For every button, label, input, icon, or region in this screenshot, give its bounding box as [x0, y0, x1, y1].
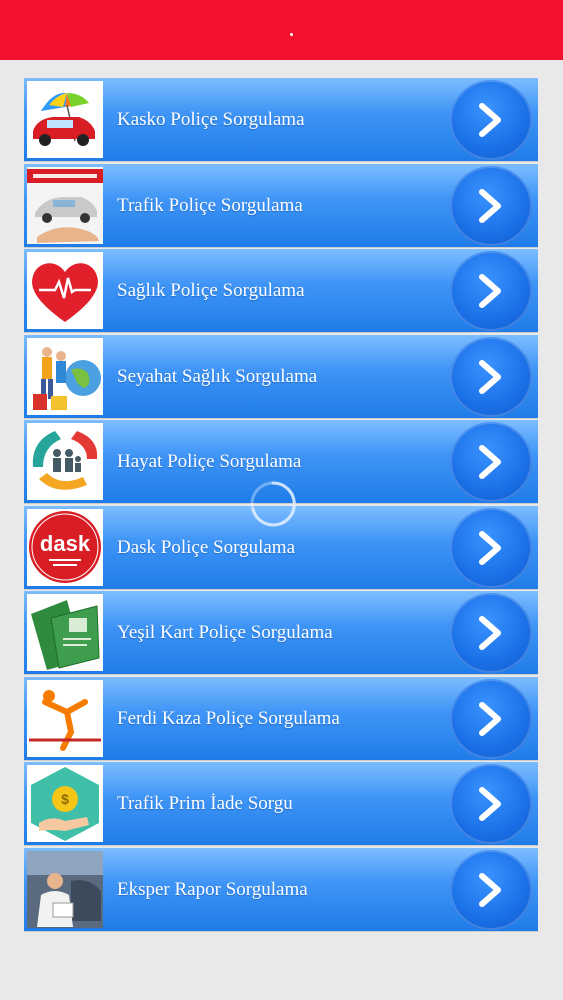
family-travel-icon: [27, 337, 103, 415]
chevron-right-button[interactable]: [450, 422, 532, 502]
list-item-seyahat[interactable]: Seyahat Sağlık Sorgulama: [24, 334, 538, 418]
chevron-right-button[interactable]: [450, 165, 532, 246]
family-hands-icon: [27, 423, 103, 500]
chevron-right-button[interactable]: [450, 764, 532, 844]
chevron-right-icon: [479, 274, 501, 308]
chevron-right-button[interactable]: [450, 507, 532, 588]
expert-report-icon: [27, 850, 103, 928]
list-item-trafik-prim-iade[interactable]: $ Trafik Prim İade Sorgu: [24, 762, 538, 845]
heart-pulse-icon: [27, 252, 103, 329]
chevron-right-icon: [479, 359, 501, 394]
item-label: Seyahat Sağlık Sorgulama: [117, 365, 318, 387]
loading-spinner-icon: [250, 481, 296, 527]
list-item-trafik[interactable]: Trafik Poliçe Sorgulama: [24, 163, 538, 247]
green-card-icon: [27, 594, 103, 671]
header-dot: [290, 33, 293, 36]
chevron-right-icon: [479, 616, 501, 650]
chevron-right-icon: [479, 787, 501, 821]
item-label: Trafik Poliçe Sorgulama: [117, 194, 303, 216]
chevron-right-icon: [479, 872, 501, 907]
list-item-saglik[interactable]: Sağlık Poliçe Sorgulama: [24, 249, 538, 332]
item-label: Eksper Rapor Sorgulama: [117, 878, 308, 900]
chevron-right-button[interactable]: [450, 593, 532, 673]
item-label: Sağlık Poliçe Sorgulama: [117, 280, 305, 301]
chevron-right-icon: [479, 103, 501, 137]
list-item-ferdi-kaza[interactable]: Ferdi Kaza Poliçe Sorgulama: [24, 676, 538, 760]
traffic-insurance-icon: [27, 166, 103, 244]
car-umbrella-icon: [27, 81, 103, 158]
chevron-right-icon: [479, 701, 501, 736]
chevron-right-button[interactable]: [450, 849, 532, 930]
chevron-right-button[interactable]: [450, 336, 532, 417]
item-label: Yeşil Kart Poliçe Sorgulama: [117, 622, 333, 643]
item-label: Kasko Poliçe Sorgulama: [117, 109, 305, 130]
chevron-right-button[interactable]: [450, 80, 532, 160]
list-item-eksper-rapor[interactable]: Eksper Rapor Sorgulama: [24, 847, 538, 931]
dask-logo-icon: dask: [27, 508, 103, 586]
accident-fall-icon: [27, 679, 103, 757]
item-label: Ferdi Kaza Poliçe Sorgulama: [117, 707, 340, 729]
chevron-right-icon: [479, 530, 501, 565]
app-header: [0, 0, 563, 60]
chevron-right-icon: [479, 445, 501, 479]
dask-logo-text: dask: [40, 531, 91, 556]
list-item-kasko[interactable]: Kasko Poliçe Sorgulama: [24, 78, 538, 161]
list-item-yesil-kart[interactable]: Yeşil Kart Poliçe Sorgulama: [24, 591, 538, 674]
item-label: Trafik Prim İade Sorgu: [117, 793, 293, 814]
chevron-right-icon: [479, 188, 501, 223]
svg-text:$: $: [61, 791, 69, 807]
chevron-right-button[interactable]: [450, 678, 532, 759]
chevron-right-button[interactable]: [450, 251, 532, 331]
money-refund-icon: $: [27, 765, 103, 842]
